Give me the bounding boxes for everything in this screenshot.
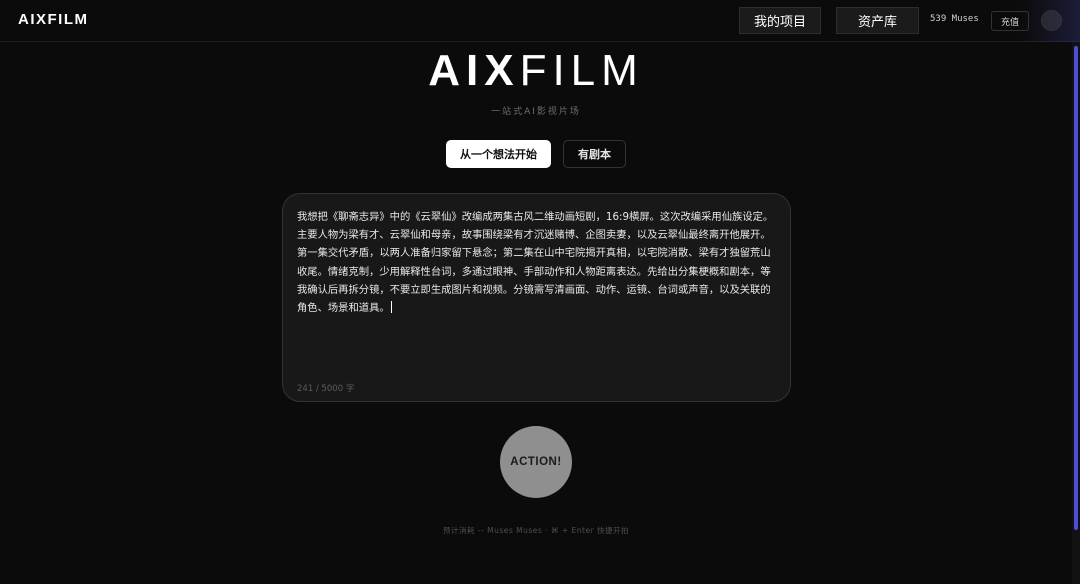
cost-shortcut-hint: 预计消耗 -- Muses Muses · ⌘ + Enter 快捷开拍 [442, 526, 630, 535]
asset-library-button[interactable]: 资产库 [836, 7, 919, 34]
character-counter: 241 / 5000 字 [297, 384, 355, 394]
text-caret [390, 301, 392, 314]
prompt-value: 我想把《聊斋志异》中的《云翠仙》改编成两集古风二维动画短剧，16:9横屏。这次改… [297, 211, 774, 315]
user-avatar[interactable] [1041, 10, 1062, 31]
top-navigation-bar: AIXFILM 我的项目 资产库 539 Muses 充值 [0, 0, 1080, 42]
brand-logo[interactable]: AIXFILM [18, 11, 89, 28]
hero-logo: AIXFILM [0, 46, 1072, 96]
action-button[interactable]: ACTION! [500, 426, 572, 498]
prompt-textarea[interactable]: 我想把《聊斋志异》中的《云翠仙》改编成两集古风二维动画短剧，16:9横屏。这次改… [282, 193, 791, 402]
prompt-text[interactable]: 我想把《聊斋志异》中的《云翠仙》改编成两集古风二维动画短剧，16:9横屏。这次改… [297, 208, 779, 317]
hero-tagline: 一站式AI影视片场 [491, 107, 581, 117]
tab-have-script[interactable]: 有剧本 [563, 140, 626, 168]
recharge-button[interactable]: 充值 [991, 11, 1029, 31]
page-scrollbar[interactable] [1072, 42, 1080, 584]
tab-start-from-idea[interactable]: 从一个想法开始 [446, 140, 551, 168]
scrollbar-thumb[interactable] [1074, 46, 1078, 530]
hero-logo-light: FILM [519, 46, 644, 95]
hero-logo-strong: AIX [428, 46, 520, 95]
my-projects-button[interactable]: 我的项目 [739, 7, 821, 34]
muses-balance: 539 Muses [930, 14, 979, 24]
